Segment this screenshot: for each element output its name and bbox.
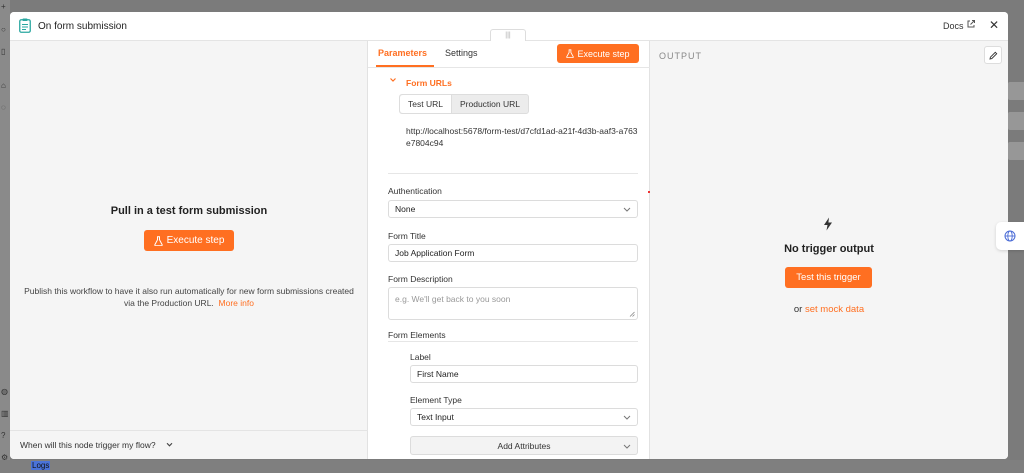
form-description-label: Form Description — [388, 274, 453, 284]
trigger-question[interactable]: When will this node trigger my flow? — [20, 440, 156, 450]
form-description-placeholder: e.g. We'll get back to you soon — [395, 294, 511, 304]
output-title: OUTPUT — [659, 51, 702, 61]
element-label-value: First Name — [417, 369, 459, 379]
parameters-panel: ||| Parameters Settings Execute step For… — [368, 29, 657, 459]
panel-drag-handle[interactable]: ||| — [490, 29, 526, 41]
element-type-label: Element Type — [410, 395, 462, 405]
form-icon — [19, 18, 31, 33]
production-url-tab[interactable]: Production URL — [452, 95, 528, 113]
flask-icon — [153, 235, 163, 246]
insights-icon[interactable]: ▥ — [1, 410, 9, 418]
more-info-link[interactable]: More info — [219, 298, 254, 308]
authentication-label: Authentication — [388, 186, 442, 196]
form-title-label: Form Title — [388, 231, 426, 241]
flask-icon — [566, 49, 575, 58]
authentication-value: None — [395, 204, 416, 214]
execute-step-button[interactable]: Execute step — [144, 230, 234, 251]
form-urls-title[interactable]: Form URLs — [406, 78, 452, 88]
element-type-value: Text Input — [417, 412, 454, 422]
app-sidebar-strip: + ○ ▯ ⌂ ◌ ◍ ▥ ? ⚙ — [0, 0, 10, 473]
plus-icon[interactable]: + — [1, 3, 9, 11]
form-url-text[interactable]: http://localhost:5678/form-test/d7cfd1ad… — [406, 125, 638, 149]
test-url-tab[interactable]: Test URL — [400, 95, 452, 113]
trigger-info-footer[interactable]: When will this node trigger my flow? — [10, 430, 368, 459]
element-type-select[interactable]: Text Input — [410, 408, 638, 426]
external-link-icon[interactable] — [966, 19, 976, 29]
pencil-icon — [988, 51, 997, 60]
chevron-down-icon — [623, 415, 631, 420]
form-elements-title: Form Elements — [388, 330, 446, 340]
element-label-input[interactable]: First Name — [410, 365, 638, 383]
mock-data-line: or set mock data — [650, 304, 1008, 315]
divider — [388, 173, 638, 174]
logs-label[interactable]: Logs — [31, 461, 51, 470]
publish-text-body: Publish this workflow to have it also ru… — [24, 286, 354, 308]
element-label-label: Label — [410, 352, 431, 362]
close-icon[interactable]: ✕ — [989, 18, 999, 32]
bottom-logs-bar — [0, 460, 1024, 473]
chevron-down-icon — [623, 207, 631, 212]
chat-icon[interactable]: ◌ — [1, 104, 9, 112]
home-icon[interactable]: ⌂ — [1, 82, 9, 90]
test-trigger-button[interactable]: Test this trigger — [785, 267, 872, 288]
no-output-heading: No trigger output — [784, 243, 874, 255]
modal-title: On form submission — [38, 21, 127, 32]
tab-settings[interactable]: Settings — [445, 48, 478, 58]
help-icon[interactable]: ? — [1, 432, 9, 440]
resize-handle-icon[interactable] — [629, 311, 635, 317]
publish-info-text: Publish this workflow to have it also ru… — [18, 285, 360, 309]
tab-parameters[interactable]: Parameters — [378, 48, 427, 58]
execute-step-label: Execute step — [166, 235, 225, 246]
panel-icon[interactable]: ▯ — [1, 48, 9, 56]
add-attributes-dropdown[interactable]: Add Attributes — [410, 436, 638, 455]
form-title-input[interactable]: Job Application Form — [388, 244, 638, 262]
edit-output-button[interactable] — [984, 46, 1002, 64]
globe-icon — [1004, 230, 1016, 242]
url-toggle: Test URL Production URL — [399, 94, 529, 114]
set-mock-data-link[interactable]: set mock data — [805, 304, 864, 315]
execute-step-label: Execute step — [577, 48, 630, 59]
pull-test-heading: Pull in a test form submission — [110, 205, 268, 217]
parameters-scroll-area[interactable]: Form URLs Test URL Production URL http:/… — [368, 68, 650, 459]
add-attributes-label: Add Attributes — [497, 440, 551, 451]
canvas-control — [1008, 82, 1024, 100]
or-text: or — [793, 304, 803, 315]
form-description-input[interactable]: e.g. We'll get back to you soon — [388, 287, 638, 320]
input-panel: Pull in a test form submission Execute s… — [10, 41, 368, 459]
node-details-modal: On form submission Docs ✕ Pull in a test… — [10, 12, 1008, 459]
canvas-control — [1008, 142, 1024, 160]
authentication-select[interactable]: None — [388, 200, 638, 218]
template-icon[interactable]: ◍ — [1, 388, 9, 396]
panel-connector-dot — [648, 191, 650, 193]
search-icon[interactable]: ○ — [1, 26, 9, 34]
chevron-down-icon — [623, 444, 631, 449]
language-button[interactable] — [996, 222, 1024, 250]
bolt-icon — [824, 217, 832, 231]
canvas-control — [1008, 112, 1024, 130]
form-title-value: Job Application Form — [395, 248, 475, 258]
docs-link[interactable]: Docs — [943, 21, 964, 31]
chevron-down-icon[interactable] — [389, 76, 397, 84]
execute-step-button-params[interactable]: Execute step — [557, 44, 639, 63]
chevron-down-icon[interactable] — [165, 440, 174, 449]
output-panel: OUTPUT No trigger output Test this trigg… — [650, 41, 1008, 459]
divider — [388, 341, 638, 342]
